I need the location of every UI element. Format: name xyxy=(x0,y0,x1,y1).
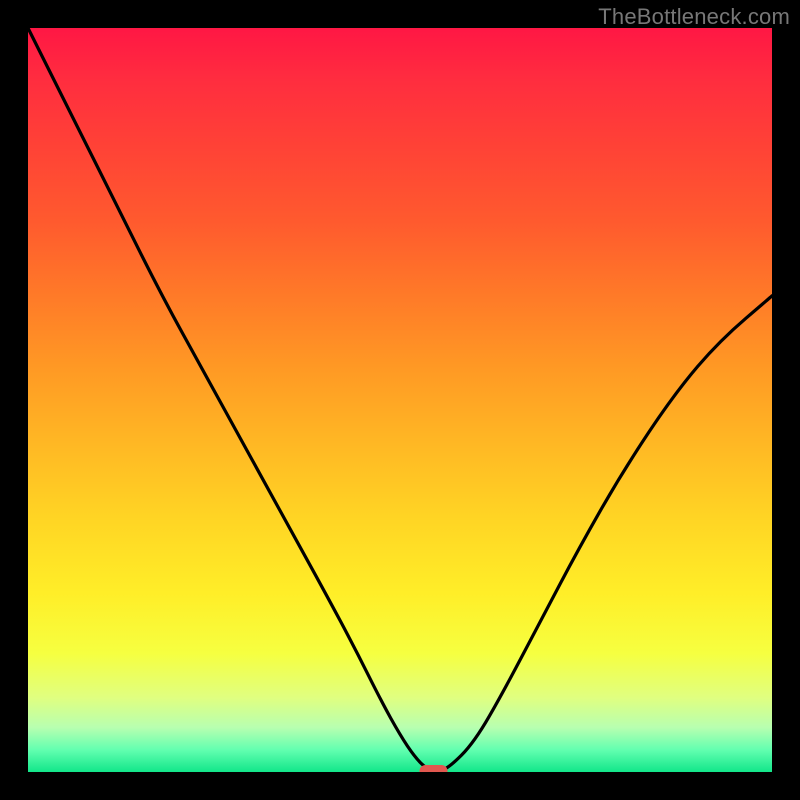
plot-area xyxy=(28,28,772,772)
watermark-text: TheBottleneck.com xyxy=(598,4,790,30)
optimum-marker xyxy=(420,765,448,772)
bottleneck-curve-svg xyxy=(28,28,772,772)
bottleneck-curve-path xyxy=(28,28,772,771)
chart-frame: TheBottleneck.com xyxy=(0,0,800,800)
